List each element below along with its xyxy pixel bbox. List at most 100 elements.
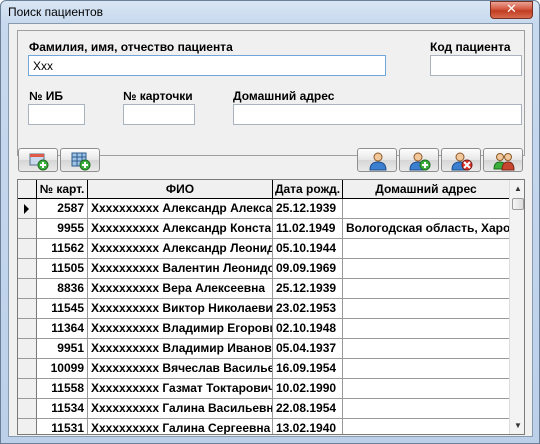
cell-birth-date: 13.02.1940: [273, 419, 343, 434]
cell-home-address: [343, 239, 509, 259]
cell-birth-date: 09.09.1969: [273, 259, 343, 279]
row-indicator[interactable]: [18, 299, 37, 319]
cell-birth-date: 05.04.1937: [273, 339, 343, 359]
cell-card-number: 11531: [37, 419, 88, 434]
cell-home-address: [343, 379, 509, 399]
cell-fio: Хххххххххх Галина Васильевна: [88, 399, 273, 419]
cell-home-address: Вологодская область, Харовск: [343, 219, 509, 239]
row-indicator[interactable]: [18, 319, 37, 339]
cell-fio: Хххххххххх Вячеслав Васильев: [88, 359, 273, 379]
cell-birth-date: 05.10.1944: [273, 239, 343, 259]
cell-fio: Хххххххххх Газмат Токтарович: [88, 379, 273, 399]
cell-card-number: 11558: [37, 379, 88, 399]
patient-search-window: Поиск пациентов ✕ Фамилия, имя, отчество…: [0, 0, 540, 444]
cell-birth-date: 25.12.1939: [273, 279, 343, 299]
address-label: Домашний адрес: [233, 89, 335, 103]
cell-card-number: 9951: [37, 339, 88, 359]
cell-home-address: [343, 199, 509, 219]
close-button[interactable]: ✕: [490, 1, 533, 19]
cell-birth-date: 22.08.1954: [273, 399, 343, 419]
row-indicator[interactable]: [18, 259, 37, 279]
add-patient-button[interactable]: [399, 148, 439, 172]
cell-card-number: 11534: [37, 399, 88, 419]
row-indicator[interactable]: [18, 359, 37, 379]
add-record-icon: [29, 153, 49, 171]
ib-label: № ИБ: [29, 89, 63, 103]
scroll-thumb[interactable]: [512, 198, 524, 210]
patient-icon: [369, 152, 387, 171]
row-indicator[interactable]: [18, 379, 37, 399]
cell-fio: Хххххххххх Владимир Иванови: [88, 339, 273, 359]
cell-card-number: 9955: [37, 219, 88, 239]
cell-home-address: [343, 359, 509, 379]
scroll-up-button[interactable]: ▲: [510, 180, 524, 197]
cell-fio: Хххххххххх Александр Констан: [88, 219, 273, 239]
cell-card-number: 8836: [37, 279, 88, 299]
window-title: Поиск пациентов: [8, 5, 104, 19]
remove-patient-button[interactable]: [441, 148, 481, 172]
table-row[interactable]: 2587 Хххххххххх Александр Алексан 25.12.19…: [18, 199, 509, 219]
table-row[interactable]: 11505 Хххххххххх Валентин Леонидо 09.09.19…: [18, 259, 509, 279]
cell-card-number: 11545: [37, 299, 88, 319]
row-indicator[interactable]: [18, 339, 37, 359]
grid-corner-header: [18, 180, 37, 199]
row-indicator[interactable]: [18, 399, 37, 419]
grid-add-icon: [71, 152, 91, 171]
row-indicator[interactable]: [18, 239, 37, 259]
column-header-card-number[interactable]: № карт.: [37, 180, 88, 199]
table-row[interactable]: 10099 Хххххххххх Вячеслав Васильев 16.09.1…: [18, 359, 509, 379]
add-grid-button[interactable]: [60, 148, 100, 172]
cell-fio: Хххххххххх Виктор Николаевич: [88, 299, 273, 319]
table-row[interactable]: 11545 Хххххххххх Виктор Николаевич 23.02.1…: [18, 299, 509, 319]
cell-fio: Хххххххххх Александр Леонид: [88, 239, 273, 259]
add-patient-icon: [409, 152, 431, 171]
fio-label: Фамилия, имя, отчество пациента: [29, 40, 233, 54]
current-row-arrow-icon: [24, 204, 29, 214]
cell-home-address: [343, 259, 509, 279]
table-row[interactable]: 11531 Хххххххххх Галина Сергеевна 13.02.19…: [18, 419, 509, 434]
table-row[interactable]: 11562 Хххххххххх Александр Леонид 05.10.19…: [18, 239, 509, 259]
scroll-down-button[interactable]: ▼: [510, 417, 524, 434]
home-address-input[interactable]: [233, 104, 522, 125]
card-number-input[interactable]: [123, 104, 195, 125]
column-header-birth-date[interactable]: Дата рожд.: [273, 180, 343, 199]
cell-home-address: [343, 399, 509, 419]
cell-card-number: 11562: [37, 239, 88, 259]
cell-birth-date: 25.12.1939: [273, 199, 343, 219]
vertical-scrollbar[interactable]: ▲ ▼: [509, 180, 524, 434]
cell-home-address: [343, 319, 509, 339]
table-row[interactable]: 9951 Хххххххххх Владимир Иванови 05.04.193…: [18, 339, 509, 359]
patient-code-input[interactable]: [430, 55, 522, 76]
title-bar[interactable]: Поиск пациентов ✕: [1, 1, 539, 23]
patients-group-button[interactable]: [483, 148, 523, 172]
cell-fio: Хххххххххх Александр Алексан: [88, 199, 273, 219]
row-indicator[interactable]: [18, 199, 37, 219]
cell-fio: Хххххххххх Владимир Егорови: [88, 319, 273, 339]
row-indicator[interactable]: [18, 219, 37, 239]
cell-fio: Хххххххххх Валентин Леонидо: [88, 259, 273, 279]
table-row[interactable]: 9955 Хххххххххх Александр Констан 11.02.19…: [18, 219, 509, 239]
client-area: Фамилия, имя, отчество пациента Код паци…: [8, 23, 533, 437]
column-header-fio[interactable]: ФИО: [88, 180, 273, 199]
column-header-home-address[interactable]: Домашний адрес: [343, 180, 509, 199]
table-row[interactable]: 11534 Хххххххххх Галина Васильевна 22.08.1…: [18, 399, 509, 419]
cell-birth-date: 23.02.1953: [273, 299, 343, 319]
row-indicator[interactable]: [18, 279, 37, 299]
ib-input[interactable]: [28, 104, 85, 125]
patients-group-icon: [493, 153, 515, 171]
cell-card-number: 2587: [37, 199, 88, 219]
table-row[interactable]: 11558 Хххххххххх Газмат Токтарович 10.02.1…: [18, 379, 509, 399]
add-record-button[interactable]: [18, 148, 58, 172]
cell-card-number: 11505: [37, 259, 88, 279]
patient-button[interactable]: [357, 148, 397, 172]
cell-home-address: [343, 419, 509, 434]
card-label: № карточки: [123, 89, 193, 103]
patients-grid[interactable]: № карт. ФИО Дата рожд. Домашний адрес 25…: [17, 179, 525, 435]
fio-input[interactable]: [28, 55, 386, 76]
search-panel: Фамилия, имя, отчество пациента Код паци…: [17, 30, 525, 156]
cell-home-address: [343, 339, 509, 359]
table-row[interactable]: 11364 Хххххххххх Владимир Егорови 02.10.19…: [18, 319, 509, 339]
table-row[interactable]: 8836 Хххххххххх Вера Алексеевна 25.12.1939: [18, 279, 509, 299]
cell-birth-date: 02.10.1948: [273, 319, 343, 339]
row-indicator[interactable]: [18, 419, 37, 434]
